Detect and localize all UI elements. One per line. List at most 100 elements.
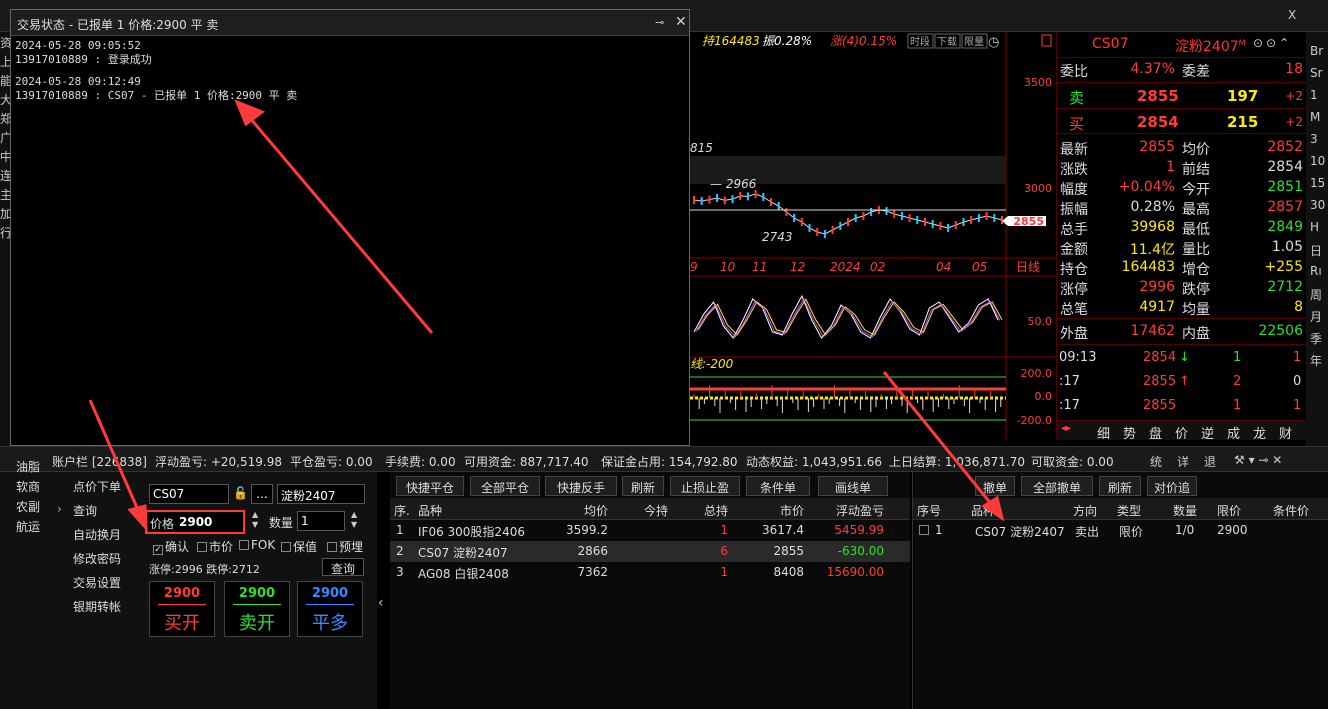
orders-column-header[interactable]: 数量 bbox=[1173, 502, 1197, 519]
category-group[interactable]: 农副 bbox=[16, 498, 40, 515]
option-checkbox[interactable]: FOK bbox=[239, 538, 275, 552]
close-icon[interactable]: ✕ bbox=[675, 14, 687, 30]
positions-column-header[interactable]: 今持 bbox=[644, 502, 668, 519]
positions-column-header[interactable]: 均价 bbox=[584, 502, 608, 519]
chevron-right-icon[interactable]: › bbox=[57, 502, 62, 516]
orders-column-header[interactable]: 类型 bbox=[1117, 502, 1141, 519]
quote-header-icons[interactable]: ⊙⊙⌃ bbox=[1253, 36, 1292, 50]
menu-item[interactable]: 点价下单 bbox=[73, 478, 121, 495]
positions-column-header[interactable]: 浮动盈亏 bbox=[836, 502, 884, 519]
category-group[interactable]: 软商 bbox=[16, 478, 40, 495]
category-group[interactable]: 航运 bbox=[16, 518, 40, 535]
orders-column-header[interactable]: 品种 bbox=[971, 502, 995, 519]
stats-button[interactable]: 统 bbox=[1150, 453, 1162, 470]
checkbox-box[interactable] bbox=[239, 540, 249, 550]
period-item[interactable]: 30 bbox=[1310, 198, 1325, 212]
positions-column-header[interactable]: 总持 bbox=[704, 502, 728, 519]
quote-tab[interactable]: 财 bbox=[1279, 423, 1292, 442]
close-icon[interactable]: X bbox=[1288, 8, 1296, 22]
orders-column-header[interactable]: 序号 bbox=[917, 502, 941, 519]
period-item[interactable]: 周 bbox=[1310, 286, 1322, 303]
positions-button[interactable]: 快捷平仓 bbox=[396, 476, 464, 496]
account-label[interactable]: 账户栏 [226838] bbox=[52, 453, 147, 470]
option-checkbox[interactable]: 市价 bbox=[197, 538, 233, 555]
dialog-titlebar[interactable]: 交易状态 - 已报单 1 价格:2900 平 卖 ⊸ ✕ bbox=[11, 10, 689, 36]
positions-button[interactable]: 条件单 bbox=[746, 476, 810, 496]
sell-open-button[interactable]: 2900 卖开 bbox=[224, 581, 290, 637]
query-button[interactable]: 查询 bbox=[322, 558, 364, 576]
code-input[interactable]: CS07 bbox=[149, 484, 229, 504]
period-item[interactable]: 日 bbox=[1310, 242, 1322, 259]
pin-icon[interactable]: ⊸ bbox=[655, 16, 664, 29]
period-item[interactable]: 年 bbox=[1310, 352, 1322, 369]
table-row[interactable]: 1 IF06 300股指2406 3599.2 1 3617.4 5459.99 bbox=[390, 520, 910, 541]
option-checkbox[interactable]: 保值 bbox=[281, 538, 317, 555]
positions-button[interactable]: 全部平仓 bbox=[470, 476, 540, 496]
quote-tab[interactable]: 势 bbox=[1123, 423, 1136, 442]
positions-button[interactable]: 止损止盈 bbox=[670, 476, 740, 496]
positions-button[interactable]: 刷新 bbox=[622, 476, 664, 496]
period-item[interactable]: Sr bbox=[1310, 66, 1323, 80]
period-item[interactable]: 10 bbox=[1310, 154, 1325, 168]
qty-input[interactable]: 1 bbox=[297, 511, 345, 531]
price-input[interactable]: 2900 bbox=[179, 515, 212, 529]
close-long-button[interactable]: 2900 平多 bbox=[297, 581, 363, 637]
period-label[interactable]: 日线 bbox=[1016, 260, 1040, 274]
table-row[interactable]: 3 AG08 白银2408 7362 1 8408 15690.00 bbox=[390, 562, 910, 583]
quote-tab[interactable]: 逆 bbox=[1201, 423, 1214, 442]
quote-tab[interactable]: 盘 bbox=[1149, 423, 1162, 442]
exit-button[interactable]: 退 bbox=[1204, 453, 1216, 470]
period-item[interactable]: 季 bbox=[1310, 330, 1322, 347]
orders-column-header[interactable]: 条件价 bbox=[1273, 502, 1309, 519]
menu-item[interactable]: 银期转帐 bbox=[73, 598, 121, 615]
clock-icon[interactable]: ◷ bbox=[988, 35, 999, 50]
qty-stepper[interactable]: ▲ ▼ bbox=[351, 510, 357, 530]
positions-button[interactable]: 快捷反手 bbox=[545, 476, 617, 496]
menu-item[interactable]: 自动换月 bbox=[73, 526, 121, 543]
period-item[interactable]: 15 bbox=[1310, 176, 1325, 190]
orders-button[interactable]: 对价追 bbox=[1147, 476, 1197, 496]
kline-chart[interactable]: 持164483 振0.28% 涨(4)0.15% 时段 下载 限量 ◷ 3500 3000 815… bbox=[690, 32, 1056, 440]
more-button[interactable]: ... bbox=[251, 484, 273, 504]
table-row[interactable]: 2 CS07 淀粉2407 2866 6 2855 -630.00 bbox=[390, 541, 910, 562]
checkbox-box[interactable] bbox=[197, 542, 207, 552]
category-group[interactable]: 油脂 bbox=[16, 458, 40, 475]
quote-tab[interactable]: 细 bbox=[1097, 423, 1110, 442]
menu-item[interactable]: 修改密码 bbox=[73, 550, 121, 567]
period-item[interactable]: 1 bbox=[1310, 88, 1318, 102]
option-checkbox[interactable]: ✓ 确认 bbox=[153, 538, 189, 555]
ask-row[interactable]: 卖 2855 197 +2 bbox=[1057, 82, 1307, 108]
checkbox-box[interactable] bbox=[281, 542, 291, 552]
positions-button[interactable]: 画线单 bbox=[818, 476, 888, 496]
period-item[interactable]: Rı bbox=[1310, 264, 1322, 278]
bid-row[interactable]: 买 2854 215 +2 bbox=[1057, 108, 1307, 134]
table-row[interactable]: 1 CS07 淀粉2407 卖出 限价 1/0 2900 bbox=[913, 520, 1328, 541]
menu-item[interactable]: 交易设置 bbox=[73, 574, 121, 591]
period-item[interactable]: M bbox=[1310, 110, 1320, 124]
chevron-left-icon[interactable]: ‹ bbox=[378, 595, 384, 611]
lock-icon[interactable]: 🔓 bbox=[233, 486, 248, 500]
period-item[interactable]: 3 bbox=[1310, 132, 1318, 146]
checkbox-box[interactable]: ✓ bbox=[153, 545, 163, 555]
period-item[interactable]: Br bbox=[1310, 44, 1323, 58]
row-checkbox[interactable] bbox=[919, 525, 929, 535]
orders-button[interactable]: 撤单 bbox=[975, 476, 1015, 496]
quote-tab[interactable]: 龙 bbox=[1253, 423, 1266, 442]
tab-arrows[interactable]: ◂▸ bbox=[1061, 423, 1071, 434]
period-item[interactable]: 月 bbox=[1310, 308, 1322, 325]
positions-column-header[interactable]: 市价 bbox=[780, 502, 804, 519]
orders-button[interactable]: 刷新 bbox=[1099, 476, 1141, 496]
quote-tab[interactable]: 成 bbox=[1227, 423, 1240, 442]
orders-column-header[interactable]: 方向 bbox=[1073, 502, 1097, 519]
orders-column-header[interactable]: 限价 bbox=[1217, 502, 1241, 519]
positions-column-header[interactable]: 品种 bbox=[418, 502, 442, 519]
detail-button[interactable]: 详 bbox=[1177, 453, 1189, 470]
checkbox-box[interactable] bbox=[327, 542, 337, 552]
positions-column-header[interactable]: 序. bbox=[394, 502, 410, 519]
tool-icon[interactable]: ⚒ ▾ ⊸ ✕ bbox=[1234, 453, 1282, 467]
menu-item[interactable]: 查询 bbox=[73, 502, 97, 519]
price-stepper[interactable]: ▲ ▼ bbox=[252, 510, 258, 530]
quote-tab[interactable]: 价 bbox=[1175, 423, 1188, 442]
option-checkbox[interactable]: 预埋 bbox=[327, 538, 363, 555]
period-item[interactable]: H bbox=[1310, 220, 1319, 234]
